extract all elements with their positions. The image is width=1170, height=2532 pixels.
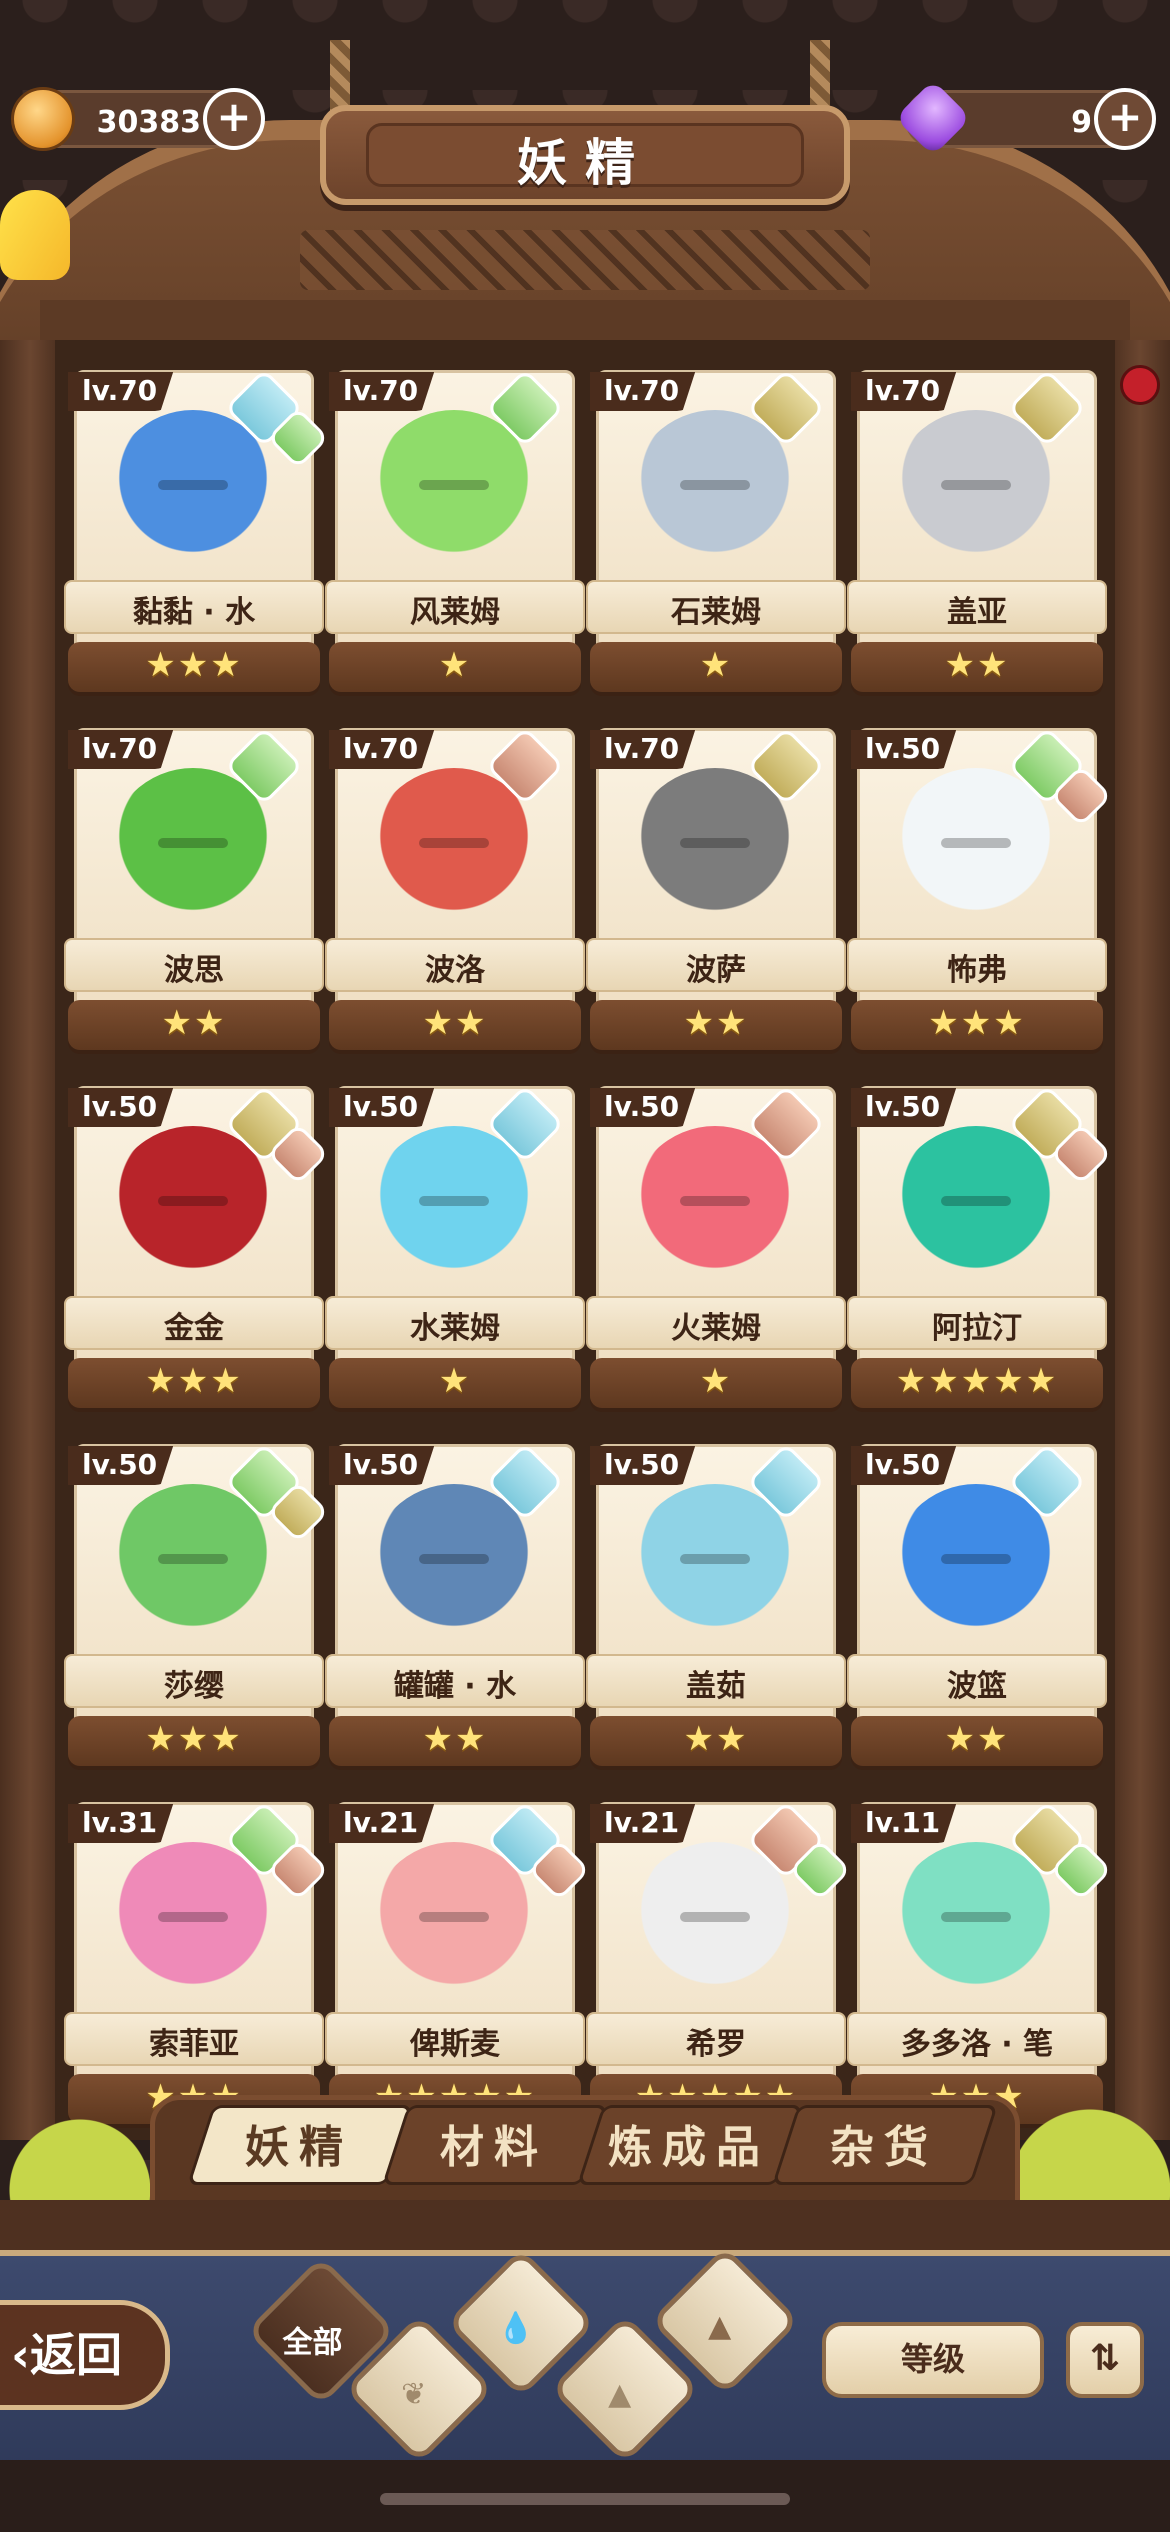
sprout-icon: ❦ bbox=[400, 2377, 426, 2413]
fairy-name: 盖亚 bbox=[947, 595, 1007, 630]
fairy-level: lv.31 bbox=[68, 1804, 174, 1843]
fairy-card[interactable]: lv.70 盖亚 ★★ bbox=[847, 368, 1107, 696]
fairy-level: lv.50 bbox=[68, 1088, 174, 1127]
arch-lattice bbox=[300, 230, 870, 290]
fairy-stars: ★ bbox=[438, 1361, 472, 1401]
fairy-level: lv.50 bbox=[68, 1446, 174, 1485]
fairy-card[interactable]: lv.50 怖弗 ★★★ bbox=[847, 726, 1113, 1054]
coin-icon bbox=[11, 87, 75, 151]
fairy-stars: ★★ bbox=[161, 1003, 227, 1043]
fairy-name: 水莱姆 bbox=[410, 1311, 500, 1346]
tab-materials[interactable]: 材料 bbox=[382, 2105, 608, 2185]
right-pillar bbox=[1110, 340, 1170, 2140]
fairy-stars: ★ bbox=[699, 645, 733, 685]
fairy-card[interactable]: lv.50 盖茹 ★★ bbox=[586, 1442, 846, 1770]
mountain-icon: ▲ bbox=[607, 2377, 631, 2413]
gem-amount: 9 bbox=[1071, 105, 1092, 140]
fairy-stars: ★ bbox=[699, 1361, 733, 1401]
fairy-stars: ★★ bbox=[683, 1003, 749, 1043]
fairy-card[interactable]: lv.70 黏黏 · 水 ★★★ bbox=[64, 368, 330, 696]
fairy-name: 波洛 bbox=[425, 953, 485, 988]
fairy-level: lv.70 bbox=[329, 372, 435, 411]
fairy-stars: ★★ bbox=[944, 645, 1010, 685]
tab-crafted-items[interactable]: 炼成品 bbox=[577, 2105, 803, 2185]
fairy-level: lv.70 bbox=[590, 372, 696, 411]
left-pillar bbox=[0, 340, 60, 2140]
fairy-stars: ★★★ bbox=[145, 1719, 243, 1759]
fairy-card[interactable]: lv.50 金金 ★★★ bbox=[64, 1084, 330, 1412]
fairy-name: 火莱姆 bbox=[671, 1311, 761, 1346]
fairy-level: lv.50 bbox=[329, 1088, 435, 1127]
fairy-level: lv.70 bbox=[329, 730, 435, 769]
fairy-name: 多多洛 · 笔 bbox=[900, 2027, 1054, 2062]
fairy-card[interactable]: lv.70 波萨 ★★ bbox=[586, 726, 846, 1054]
fairy-card[interactable]: lv.70 石莱姆 ★ bbox=[586, 368, 846, 696]
fairy-card[interactable]: lv.50 罐罐 · 水 ★★ bbox=[325, 1442, 585, 1770]
coin-counter: 30383 + bbox=[11, 87, 265, 151]
tab-fairies[interactable]: 妖精 bbox=[187, 2105, 413, 2185]
fairy-level: lv.70 bbox=[590, 730, 696, 769]
fairy-name: 石莱姆 bbox=[671, 595, 761, 630]
fairy-name: 波思 bbox=[164, 953, 224, 988]
fairy-name: 索菲亚 bbox=[149, 2027, 239, 2062]
fairy-card[interactable]: lv.50 火莱姆 ★ bbox=[586, 1084, 846, 1412]
title-board: 妖精 bbox=[320, 105, 850, 205]
fairy-stars: ★ bbox=[438, 645, 472, 685]
fairy-name: 盖茹 bbox=[686, 1669, 746, 1704]
fairy-name: 风莱姆 bbox=[410, 595, 500, 630]
fairy-name: 莎缨 bbox=[164, 1669, 224, 1704]
back-button[interactable]: ‹返回 bbox=[0, 2300, 170, 2410]
fairy-name: 怖弗 bbox=[947, 953, 1007, 988]
fairy-card[interactable]: lv.50 阿拉汀 ★★★★★ bbox=[847, 1084, 1113, 1412]
sort-by-level-button[interactable]: 等级 bbox=[822, 2322, 1044, 2398]
gem-icon bbox=[894, 79, 972, 157]
add-gems-button[interactable]: + bbox=[1094, 88, 1156, 150]
fairy-card[interactable]: lv.70 波思 ★★ bbox=[64, 726, 324, 1054]
fairy-level: lv.11 bbox=[851, 1804, 957, 1843]
fairy-card[interactable]: lv.50 水莱姆 ★ bbox=[325, 1084, 585, 1412]
fairy-level: lv.50 bbox=[590, 1446, 696, 1485]
fairy-name: 黏黏 · 水 bbox=[132, 595, 256, 630]
fairy-name: 俾斯麦 bbox=[410, 2027, 500, 2062]
water-drop-icon: 💧 bbox=[496, 2311, 535, 2347]
volcano-icon: ▲ bbox=[707, 2309, 731, 2345]
page-title: 妖精 bbox=[517, 134, 653, 192]
fairy-level: lv.21 bbox=[329, 1804, 435, 1843]
fairy-level: lv.50 bbox=[851, 1446, 957, 1485]
fairy-stars: ★★★★★ bbox=[895, 1361, 1059, 1401]
fairy-level: lv.21 bbox=[590, 1804, 696, 1843]
fairy-stars: ★★★ bbox=[928, 1003, 1026, 1043]
fairy-name: 希罗 bbox=[686, 2027, 746, 2062]
fairy-card[interactable]: lv.50 波篮 ★★ bbox=[847, 1442, 1107, 1770]
fairy-level: lv.50 bbox=[851, 1088, 957, 1127]
fairy-level: lv.70 bbox=[851, 372, 957, 411]
tab-goods[interactable]: 杂货 bbox=[772, 2105, 998, 2185]
coin-amount: 30383 bbox=[96, 105, 201, 140]
fairy-level: lv.70 bbox=[68, 372, 174, 411]
fairy-name: 金金 bbox=[164, 1311, 224, 1346]
fairy-name: 罐罐 · 水 bbox=[393, 1669, 517, 1704]
fairy-card[interactable]: lv.70 波洛 ★★ bbox=[325, 726, 585, 1054]
fairy-stars: ★★ bbox=[422, 1003, 488, 1043]
fairy-stars: ★★ bbox=[944, 1719, 1010, 1759]
sort-order-icon[interactable]: ⇅ bbox=[1066, 2322, 1144, 2398]
fairy-level: lv.50 bbox=[329, 1446, 435, 1485]
gem-counter: 9 + bbox=[894, 79, 1156, 157]
fairy-name: 阿拉汀 bbox=[932, 1311, 1022, 1346]
fairy-name: 波萨 bbox=[686, 953, 746, 988]
ladybug-icon[interactable] bbox=[1120, 365, 1160, 405]
fairy-card[interactable]: lv.70 风莱姆 ★ bbox=[325, 368, 585, 696]
side-event-icon[interactable] bbox=[0, 190, 70, 280]
add-coins-button[interactable]: + bbox=[203, 88, 265, 150]
fairy-stars: ★★ bbox=[683, 1719, 749, 1759]
home-indicator bbox=[380, 2493, 790, 2505]
fairy-level: lv.70 bbox=[68, 730, 174, 769]
fairy-stars: ★★★ bbox=[145, 645, 243, 685]
fairy-stars: ★★★ bbox=[145, 1361, 243, 1401]
fairy-level: lv.50 bbox=[851, 730, 957, 769]
fairy-name: 波篮 bbox=[947, 1669, 1007, 1704]
fairy-card[interactable]: lv.50 莎缨 ★★★ bbox=[64, 1442, 330, 1770]
fairy-level: lv.50 bbox=[590, 1088, 696, 1127]
fairy-stars: ★★ bbox=[422, 1719, 488, 1759]
